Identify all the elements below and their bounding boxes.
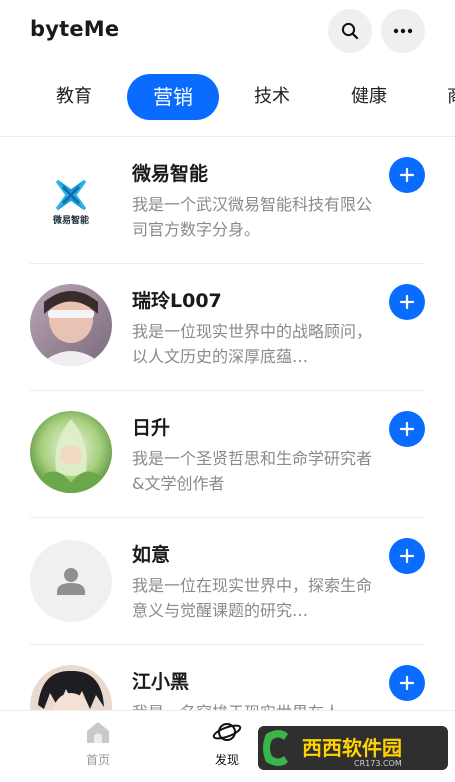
search-icon [341, 22, 359, 40]
list-item[interactable]: 日升 我是一个圣贤哲思和生命学研究者&文学创作者 [0, 391, 455, 518]
plus-icon [399, 675, 415, 691]
tab-health[interactable]: 健康 [351, 74, 387, 120]
list-item[interactable]: 如意 我是一位在现实世界中，探索生命意义与觉醒课题的研究… [0, 518, 455, 645]
app-header: byteMe [0, 0, 455, 64]
add-button[interactable] [389, 411, 425, 447]
add-button[interactable] [389, 538, 425, 574]
agent-name: 江小黑 [132, 671, 190, 693]
agent-name: 如意 [132, 544, 171, 566]
list-item[interactable]: 江小黑 我是一名穿梭于现实世界在人… [0, 645, 455, 710]
tab-business[interactable]: 商 [447, 74, 455, 120]
list-item[interactable]: 微易智能 微易智能 我是一个武汉微易智能科技有限公司官方数字分身。 [0, 137, 455, 264]
plus-icon [399, 421, 415, 437]
watermark: 西西软件园 CR173.COM [258, 720, 448, 776]
more-icon [393, 28, 413, 34]
avatar [30, 665, 112, 710]
planet-icon [212, 723, 242, 741]
category-tabs: 教育 营销 技术 健康 商 [0, 70, 455, 124]
nav-label: 首页 [85, 753, 110, 767]
user-placeholder-icon [57, 568, 85, 595]
agent-name: 瑞玲L007 [132, 290, 222, 312]
avatar [30, 411, 112, 493]
agent-description: 我是一位现实世界中的战略顾问，以人文历史的深厚底蕴… [132, 322, 372, 366]
agent-name: 日升 [132, 417, 171, 439]
plus-icon [399, 548, 415, 564]
agent-description: 我是一名穿梭于现实世界在人… [132, 700, 372, 710]
plus-icon [399, 167, 415, 183]
avatar-photo [30, 284, 112, 366]
add-button[interactable] [389, 157, 425, 193]
nav-item-discover[interactable]: 发现 [187, 719, 267, 768]
weiyi-logo: 微易智能 [52, 179, 89, 226]
nav-label: 发现 [214, 753, 239, 767]
app-title: byteMe [30, 17, 120, 41]
tab-technology[interactable]: 技术 [254, 74, 290, 120]
plus-icon [399, 294, 415, 310]
avatar-photo [30, 411, 112, 493]
avatar [30, 284, 112, 366]
agent-description: 我是一位在现实世界中，探索生命意义与觉醒课题的研究… [132, 576, 372, 620]
home-icon [87, 722, 109, 743]
tab-education[interactable]: 教育 [56, 74, 92, 120]
agent-description: 我是一个武汉微易智能科技有限公司官方数字分身。 [132, 195, 372, 239]
avatar [30, 540, 112, 622]
more-button[interactable] [381, 9, 425, 53]
nav-item-home[interactable]: 首页 [58, 719, 138, 768]
search-button[interactable] [328, 9, 372, 53]
svg-text:CR173.COM: CR173.COM [354, 759, 402, 768]
add-button[interactable] [389, 284, 425, 320]
svg-text:微易智能: 微易智能 [52, 214, 89, 226]
svg-text:西西软件园: 西西软件园 [302, 736, 402, 760]
agent-name: 微易智能 [132, 163, 209, 185]
agent-description: 我是一个圣贤哲思和生命学研究者&文学创作者 [132, 449, 372, 493]
watermark-logo: 西西软件园 CR173.COM [258, 726, 448, 770]
agent-list: 微易智能 微易智能 我是一个武汉微易智能科技有限公司官方数字分身。 瑞玲L007… [0, 137, 455, 710]
add-button[interactable] [389, 665, 425, 701]
list-item[interactable]: 瑞玲L007 我是一位现实世界中的战略顾问，以人文历史的深厚底蕴… [0, 264, 455, 391]
avatar: 微易智能 [30, 157, 112, 239]
tab-marketing[interactable]: 营销 [127, 74, 219, 120]
avatar-photo [30, 665, 112, 710]
